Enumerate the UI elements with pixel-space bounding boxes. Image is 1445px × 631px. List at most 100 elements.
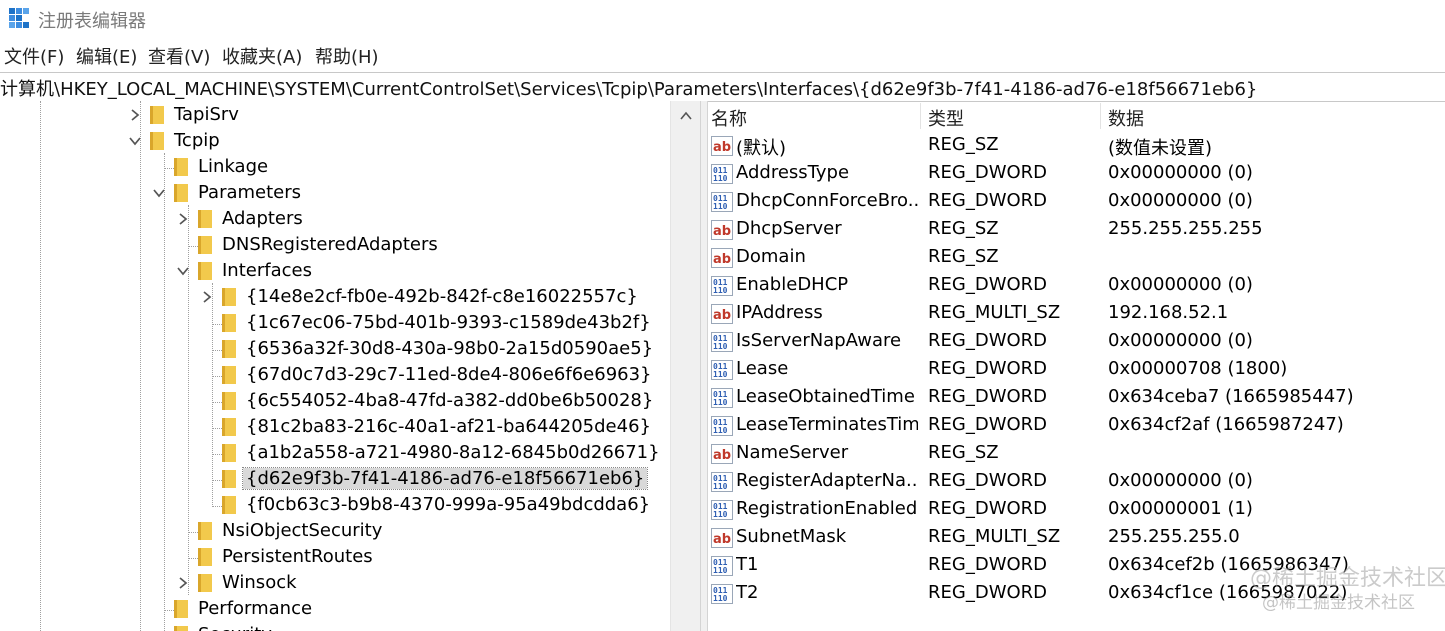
tree-node[interactable]: Parameters bbox=[152, 181, 660, 207]
value-row[interactable]: 011 110 RegisterAdapterNa... REG_DWORD 0x000… bbox=[707, 468, 1445, 496]
svg-text:110: 110 bbox=[713, 202, 728, 211]
column-separator[interactable] bbox=[1100, 103, 1101, 129]
value-row[interactable]: 011 110 LeaseObtainedTime REG_DWORD 0x634ceb… bbox=[707, 384, 1445, 412]
tree-node[interactable]: {d62e9f3b-7f41-4186-ad76-e18f56671eb6} bbox=[200, 467, 660, 493]
menu-bar: 文件(F) 编辑(E) 查看(V) 收藏夹(A) 帮助(H) bbox=[0, 40, 1445, 68]
svg-text:ab: ab bbox=[713, 448, 731, 463]
tree-node[interactable]: PersistentRoutes bbox=[176, 545, 660, 571]
svg-text:110: 110 bbox=[713, 286, 728, 295]
tree-node[interactable]: {14e8e2cf-fb0e-492b-842f-c8e16022557c} bbox=[200, 285, 660, 311]
folder-icon bbox=[222, 392, 236, 410]
tree-node-label: Security bbox=[198, 624, 272, 631]
value-type: REG_DWORD bbox=[928, 470, 1048, 491]
tree-node-label: Performance bbox=[198, 598, 313, 619]
tree-node[interactable]: DNSRegisteredAdapters bbox=[176, 233, 660, 259]
value-row[interactable]: 011 110 LeaseTerminatesTime REG_DWORD 0x634c… bbox=[707, 412, 1445, 440]
tree-node-label: {d62e9f3b-7f41-4186-ad76-e18f56671eb6} bbox=[241, 467, 649, 490]
value-row[interactable]: ab NameServer REG_SZ bbox=[707, 440, 1445, 468]
tree-node[interactable]: Winsock bbox=[176, 571, 660, 597]
value-row[interactable]: 011 110 IsServerNapAware REG_DWORD 0x0000000… bbox=[707, 328, 1445, 356]
value-row[interactable]: 011 110 Lease REG_DWORD 0x00000708 (1800) bbox=[707, 356, 1445, 384]
value-name: LeaseObtainedTime bbox=[736, 386, 915, 407]
tree-node-label: NsiObjectSecurity bbox=[222, 520, 383, 541]
value-data: 0x00000000 (0) bbox=[1108, 162, 1253, 183]
value-name: SubnetMask bbox=[736, 526, 847, 547]
chevron-right-icon[interactable] bbox=[200, 290, 214, 304]
tree-node[interactable]: {6536a32f-30d8-430a-98b0-2a15d0590ae5} bbox=[200, 337, 660, 363]
tree-scrollbar[interactable] bbox=[670, 101, 701, 631]
folder-icon bbox=[150, 132, 164, 150]
address-path[interactable]: 计算机\HKEY_LOCAL_MACHINE\SYSTEM\CurrentCon… bbox=[0, 75, 1257, 101]
chevron-down-icon[interactable] bbox=[176, 264, 190, 278]
tree-node[interactable]: NsiObjectSecurity bbox=[176, 519, 660, 545]
value-type: REG_SZ bbox=[928, 218, 999, 239]
folder-icon bbox=[174, 600, 188, 618]
chevron-right-icon[interactable] bbox=[128, 108, 142, 122]
menu-file[interactable]: 文件(F) bbox=[4, 43, 64, 69]
tree-node-label: Linkage bbox=[198, 156, 269, 177]
value-name: Lease bbox=[736, 358, 789, 379]
tree-node[interactable]: Performance bbox=[152, 597, 660, 623]
binary-value-icon: 011110 bbox=[711, 500, 733, 520]
menu-help[interactable]: 帮助(H) bbox=[315, 43, 379, 69]
chevron-down-icon[interactable] bbox=[128, 134, 142, 148]
key-tree[interactable]: TapiSrv Tcpip Linkage Parameters Adapters DNS… bbox=[0, 101, 670, 631]
column-header-name[interactable]: 名称 bbox=[711, 105, 747, 131]
folder-icon bbox=[174, 626, 188, 631]
value-type: REG_MULTI_SZ bbox=[928, 302, 1061, 323]
value-row[interactable]: ab IPAddress REG_MULTI_SZ 192.168.52.1 bbox=[707, 300, 1445, 328]
value-data: 192.168.52.1 bbox=[1108, 302, 1229, 323]
value-data: 255.255.255.255 bbox=[1108, 218, 1263, 239]
tree-node[interactable]: TapiSrv bbox=[128, 103, 660, 129]
value-name: LeaseTerminatesTime bbox=[736, 414, 918, 435]
tree-node[interactable]: Security bbox=[152, 623, 660, 631]
folder-icon bbox=[222, 418, 236, 436]
registry-editor-icon bbox=[9, 8, 29, 28]
value-name: T1 bbox=[736, 554, 759, 575]
menu-favorites[interactable]: 收藏夹(A) bbox=[222, 43, 302, 69]
tree-node[interactable]: {67d0c7d3-29c7-11ed-8de4-806e6f6e6963} bbox=[200, 363, 660, 389]
menu-edit[interactable]: 编辑(E) bbox=[76, 43, 137, 69]
value-row[interactable]: 011 110 EnableDHCP REG_DWORD 0x00000000 (0) bbox=[707, 272, 1445, 300]
value-row[interactable]: 011 110 AddressType REG_DWORD 0x00000000 (0) bbox=[707, 160, 1445, 188]
tree-node-label: Adapters bbox=[222, 208, 303, 229]
chevron-right-icon[interactable] bbox=[176, 576, 190, 590]
value-row[interactable]: ab SubnetMask REG_MULTI_SZ 255.255.255.0 bbox=[707, 524, 1445, 552]
tree-node[interactable]: Linkage bbox=[152, 155, 660, 181]
column-header-type[interactable]: 类型 bbox=[928, 105, 964, 131]
tree-node[interactable]: {a1b2a558-a721-4980-8a12-6845b0d26671} bbox=[200, 441, 660, 467]
svg-text:ab: ab bbox=[713, 532, 731, 547]
value-type: REG_DWORD bbox=[928, 274, 1048, 295]
column-header-data[interactable]: 数据 bbox=[1108, 105, 1144, 131]
value-row[interactable]: ab DhcpServer REG_SZ 255.255.255.255 bbox=[707, 216, 1445, 244]
chevron-down-icon[interactable] bbox=[152, 186, 166, 200]
title-bar: 注册表编辑器 bbox=[0, 0, 1445, 36]
tree-node[interactable]: {6c554052-4ba8-47fd-a382-dd0be6b50028} bbox=[200, 389, 660, 415]
value-type: REG_MULTI_SZ bbox=[928, 526, 1061, 547]
svg-text:110: 110 bbox=[713, 566, 728, 575]
value-data: 0x00000001 (1) bbox=[1108, 498, 1253, 519]
value-list[interactable]: 名称 类型 数据 ab (默认) REG_SZ (数值未设置) 011 110 Addres… bbox=[707, 101, 1445, 631]
value-row[interactable]: 011 110 DhcpConnForceBro... REG_DWORD 0x0000… bbox=[707, 188, 1445, 216]
binary-value-icon: 011110 bbox=[711, 584, 733, 604]
value-type: REG_SZ bbox=[928, 246, 999, 267]
tree-node[interactable]: {f0cb63c3-b9b8-4370-999a-95a49bdcdda6} bbox=[200, 493, 660, 519]
address-bar[interactable]: 计算机\HKEY_LOCAL_MACHINE\SYSTEM\CurrentCon… bbox=[0, 72, 1445, 102]
tree-node[interactable]: Interfaces bbox=[176, 259, 660, 285]
tree-node[interactable]: Adapters bbox=[176, 207, 660, 233]
scroll-up-arrow-icon[interactable] bbox=[679, 109, 693, 123]
tree-node[interactable]: {1c67ec06-75bd-401b-9393-c1589de43b2f} bbox=[200, 311, 660, 337]
tree-node[interactable]: {81c2ba83-216c-40a1-af21-ba644205de46} bbox=[200, 415, 660, 441]
folder-icon bbox=[222, 496, 236, 514]
value-row[interactable]: ab (默认) REG_SZ (数值未设置) bbox=[707, 132, 1445, 160]
tree-node-label: {f0cb63c3-b9b8-4370-999a-95a49bdcdda6} bbox=[246, 494, 651, 515]
menu-view[interactable]: 查看(V) bbox=[148, 43, 210, 69]
chevron-right-icon[interactable] bbox=[176, 212, 190, 226]
value-row[interactable]: ab Domain REG_SZ bbox=[707, 244, 1445, 272]
value-row[interactable]: 011 110 RegistrationEnabled REG_DWORD 0x0000… bbox=[707, 496, 1445, 524]
value-name: EnableDHCP bbox=[736, 274, 849, 295]
value-data: 0x00000000 (0) bbox=[1108, 190, 1253, 211]
column-separator[interactable] bbox=[920, 103, 921, 129]
tree-node[interactable]: Tcpip bbox=[128, 129, 660, 155]
binary-value-icon: 011110 bbox=[711, 360, 733, 380]
